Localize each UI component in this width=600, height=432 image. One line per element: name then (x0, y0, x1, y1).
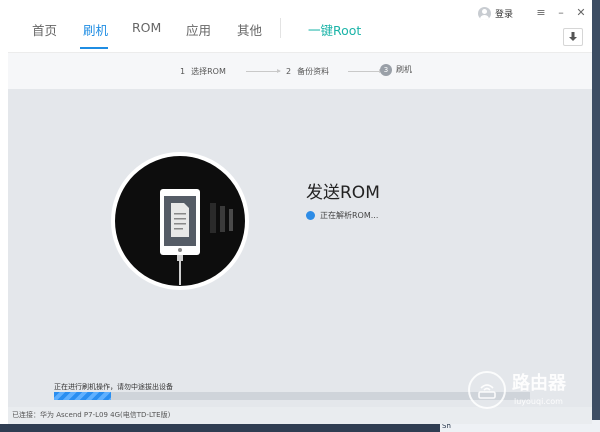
phone-illustration (110, 151, 250, 291)
nav-home[interactable]: 首页 (32, 20, 57, 39)
connected-device-text: 已连接：华为 Ascend P7-L09 4G(电信TD-LTE版) (12, 411, 171, 419)
status-footer: 已连接：华为 Ascend P7-L09 4G(电信TD-LTE版) (8, 407, 592, 424)
step-progress-bar: 1 选择ROM 2 备份资料 3 刷机 (8, 52, 592, 90)
menu-icon[interactable]: ≡ (534, 6, 548, 20)
background-window-edge (592, 0, 600, 432)
nav-one-click-root[interactable]: 一键Root (308, 20, 361, 39)
progress-bar (54, 392, 530, 400)
login-label: 登录 (495, 10, 514, 20)
download-arrow-icon (569, 32, 577, 41)
status-text: 正在解析ROM... (320, 211, 379, 220)
step-3-number-badge: 3 (380, 64, 392, 76)
step-2: 2 备份资料 (286, 67, 330, 76)
phone-usb-icon (111, 152, 249, 290)
flash-content-area: 发送ROM 正在解析ROM... 正在进行刷机操作，请勿中途拔出设备 (8, 89, 592, 407)
nav-flash[interactable]: 刷机 (83, 20, 108, 39)
nav-rom[interactable]: ROM (132, 20, 161, 35)
step-arrow-2 (348, 69, 383, 73)
nav-divider (280, 18, 281, 38)
progress-label: 正在进行刷机操作，请勿中途拔出设备 (54, 383, 173, 391)
close-icon[interactable]: ✕ (574, 6, 588, 20)
page-title: 发送ROM (306, 183, 380, 203)
status-line: 正在解析ROM... (306, 210, 378, 221)
step-arrow-1 (246, 69, 281, 73)
flash-tool-window: 首页 刷机 ROM 应用 其他 一键Root 登录 ≡ – ✕ 1 选择ROM 2… (8, 0, 592, 424)
progress-fill (54, 392, 112, 400)
status-dot-icon (306, 211, 315, 220)
nav-active-indicator (80, 47, 108, 49)
nav-apps[interactable]: 应用 (186, 20, 211, 39)
minimize-icon[interactable]: – (554, 6, 568, 20)
nav-other[interactable]: 其他 (237, 20, 262, 39)
step-3-current: 3 刷机 (380, 64, 412, 76)
step-1: 1 选择ROM (180, 67, 226, 76)
login-button[interactable]: 登录 (478, 7, 513, 20)
top-nav: 首页 刷机 ROM 应用 其他 一键Root 登录 ≡ – ✕ (8, 0, 592, 52)
user-avatar-icon (478, 7, 491, 20)
download-button[interactable] (563, 28, 583, 46)
